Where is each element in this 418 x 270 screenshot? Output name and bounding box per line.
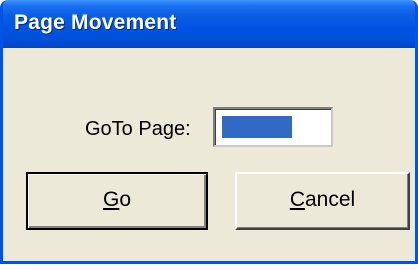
title-bar[interactable]: Page Movement (3, 0, 415, 48)
goto-page-input[interactable] (213, 107, 333, 147)
dialog-title: Page Movement (14, 11, 177, 34)
goto-page-label: GoTo Page: (85, 118, 191, 140)
go-button[interactable]: Go (26, 172, 208, 230)
cancel-button-label-rest: ancel (304, 188, 356, 211)
go-button-label: Go (103, 174, 131, 226)
text-selection-highlight (222, 116, 292, 138)
cancel-button[interactable]: Cancel (235, 172, 410, 230)
go-button-label-rest: o (119, 188, 132, 211)
page-movement-dialog: Page Movement GoTo Page: Go Cancel (0, 0, 418, 264)
cancel-button-mnemonic: C (289, 188, 305, 211)
go-button-mnemonic: G (102, 188, 120, 211)
cancel-button-label: Cancel (290, 174, 355, 226)
